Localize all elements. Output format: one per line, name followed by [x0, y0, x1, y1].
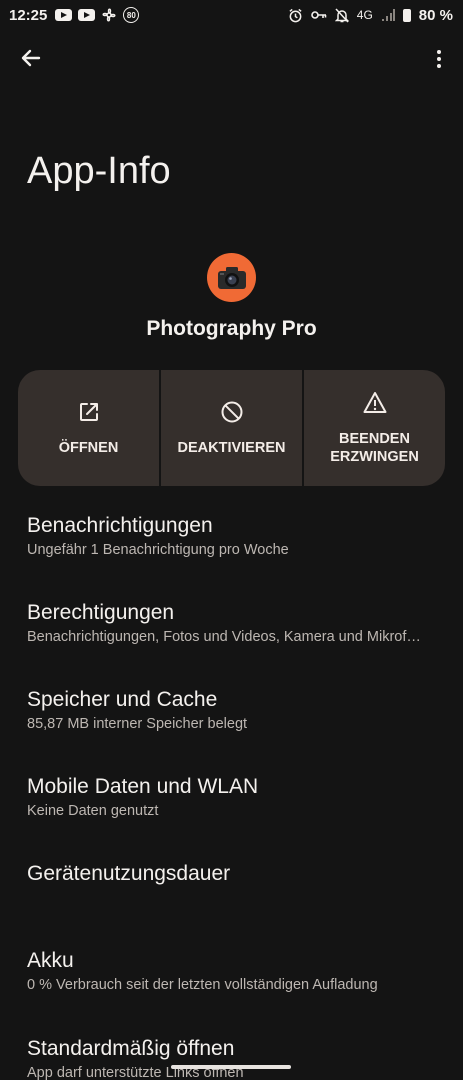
- list-item-notifications[interactable]: Benachrichtigungen Ungefähr 1 Benachrich…: [0, 514, 463, 558]
- block-icon: [221, 401, 242, 423]
- battery-level: 80 %: [418, 6, 453, 24]
- status-time: 12:25: [9, 6, 48, 24]
- camera-icon: [207, 253, 256, 302]
- arrow-back-icon[interactable]: [17, 44, 45, 72]
- fan-icon: [102, 8, 116, 22]
- notifications-off-icon: [334, 7, 349, 23]
- item-title: Speicher und Cache: [27, 688, 218, 711]
- youtube-icon: [55, 9, 73, 21]
- item-title: Benachrichtigungen: [27, 514, 213, 537]
- badge-icon: 80: [123, 7, 140, 23]
- item-title: Berechtigungen: [27, 601, 175, 624]
- item-subtitle: Keine Daten genutzt: [27, 803, 159, 819]
- top-app-bar: [0, 36, 463, 80]
- item-subtitle: Ungefähr 1 Benachrichtigung pro Woche: [27, 542, 289, 558]
- item-subtitle: 85,87 MB interner Speicher belegt: [27, 716, 248, 732]
- disable-button[interactable]: DEAKTIVIEREN: [161, 370, 304, 486]
- open-button[interactable]: ÖFFNEN: [18, 370, 161, 486]
- item-title: Mobile Daten und WLAN: [27, 775, 259, 798]
- alarm-icon: [289, 8, 302, 22]
- list-item-storage[interactable]: Speicher und Cache 85,87 MB interner Spe…: [0, 688, 463, 732]
- app-name: Photography Pro: [146, 317, 317, 340]
- notification-icons: 80: [55, 7, 140, 23]
- force-stop-button[interactable]: BEENDEN ERZWINGEN: [304, 370, 445, 486]
- more-vert-icon[interactable]: [430, 46, 448, 72]
- item-title: Gerätenutzungsdauer: [27, 862, 231, 885]
- force-stop-label: BEENDEN ERZWINGEN: [330, 431, 419, 465]
- list-item-battery[interactable]: Akku 0 % Verbrauch seit der letzten voll…: [0, 949, 463, 993]
- youtube-icon: [78, 9, 96, 21]
- signal-icon: [381, 8, 395, 21]
- list-item-permissions[interactable]: Berechtigungen Benachrichtigungen, Fotos…: [0, 601, 463, 645]
- list-item-mobile-data[interactable]: Mobile Daten und WLAN Keine Daten genutz…: [0, 775, 463, 819]
- list-item-screen-time[interactable]: Gerätenutzungsdauer: [0, 862, 463, 886]
- key-icon: [310, 11, 327, 19]
- item-subtitle: 0 % Verbrauch seit der letzten vollständ…: [27, 977, 378, 993]
- network-type: 4G: [356, 8, 373, 22]
- warning-icon: [363, 392, 386, 413]
- status-bar: 12:25 80 4G 80 %: [0, 0, 463, 30]
- open-label: ÖFFNEN: [58, 440, 119, 456]
- disable-label: DEAKTIVIEREN: [177, 440, 286, 456]
- item-title: Standardmäßig öffnen: [27, 1037, 235, 1060]
- list-item-open-by-default[interactable]: Standardmäßig öffnen App darf unterstütz…: [0, 1037, 463, 1080]
- status-right: 4G 80 %: [288, 7, 453, 24]
- page-title: App-Info: [27, 150, 171, 192]
- item-subtitle: Benachrichtigungen, Fotos und Videos, Ka…: [27, 629, 421, 645]
- battery-icon: [402, 8, 411, 22]
- app-actions: ÖFFNEN DEAKTIVIEREN BEENDEN ERZWINGEN: [18, 370, 445, 486]
- gesture-navigation-bar[interactable]: [171, 1065, 291, 1069]
- open-in-new-icon: [79, 403, 98, 421]
- item-title: Akku: [27, 949, 74, 972]
